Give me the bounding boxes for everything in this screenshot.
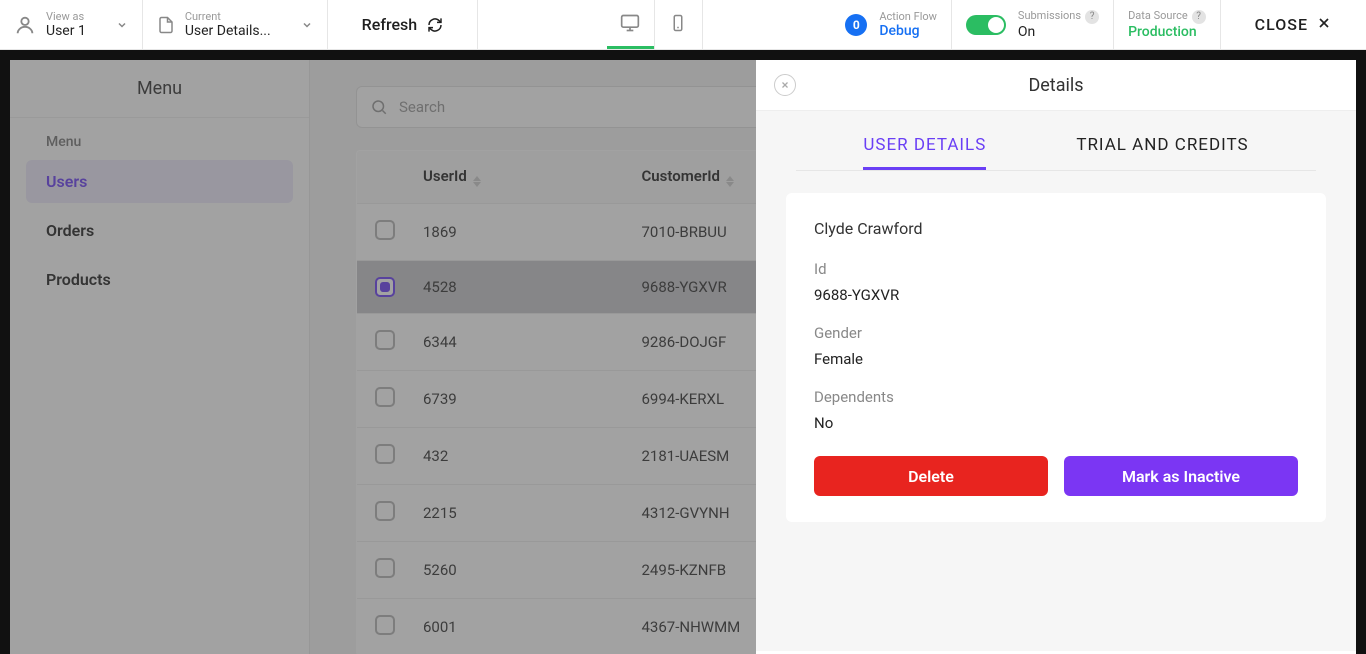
cell-userid: 6344 xyxy=(409,314,628,371)
cell-userid: 4528 xyxy=(409,261,628,314)
actionflow-label: Action Flow xyxy=(879,10,937,23)
submissions-section: Submissions? On xyxy=(952,0,1114,49)
cell-userid: 5260 xyxy=(409,542,628,599)
user-details-card: Clyde Crawford Id 9688-YGXVR Gender Female D… xyxy=(786,193,1326,522)
sidebar: Menu Menu Users Orders Products xyxy=(10,60,310,654)
chevron-down-icon xyxy=(301,19,313,31)
submissions-label: Submissions? xyxy=(1018,9,1099,24)
mobile-icon xyxy=(669,14,687,36)
close-icon xyxy=(1316,15,1332,35)
datasource-label: Data Source? xyxy=(1128,9,1206,24)
tab-trial-and-credits[interactable]: TRIAL AND CREDITS xyxy=(1076,135,1248,170)
row-checkbox[interactable] xyxy=(375,387,395,407)
user-name: Clyde Crawford xyxy=(814,219,1298,238)
help-icon: ? xyxy=(1192,10,1206,24)
help-icon: ? xyxy=(1085,10,1099,24)
submissions-toggle[interactable] xyxy=(966,15,1006,35)
close-label: CLOSE xyxy=(1255,15,1308,34)
panel-title: Details xyxy=(796,75,1316,96)
row-checkbox[interactable] xyxy=(375,558,395,578)
panel-close-button[interactable] xyxy=(774,74,796,96)
field-value: No xyxy=(814,414,1298,432)
chevron-down-icon xyxy=(116,19,128,31)
actionflow-value: Debug xyxy=(879,23,937,39)
mobile-view-button[interactable] xyxy=(655,0,703,49)
row-checkbox[interactable] xyxy=(375,330,395,350)
cell-userid: 1869 xyxy=(409,204,628,261)
actionflow-section[interactable]: 0 Action Flow Debug xyxy=(831,0,952,49)
current-label: Current xyxy=(185,10,271,23)
top-toolbar: View as User 1 Current User Details... R… xyxy=(0,0,1366,50)
file-icon xyxy=(157,16,175,34)
cell-userid: 432 xyxy=(409,428,628,485)
preview-frame: Menu Menu UsersOrdersProducts UserIdCust… xyxy=(0,50,1366,654)
user-icon xyxy=(14,14,36,36)
details-panel: Details USER DETAILS TRIAL AND CREDITS Cl… xyxy=(756,60,1356,654)
datasource-value: Production xyxy=(1128,24,1206,40)
current-page-dropdown[interactable]: Current User Details... xyxy=(143,0,328,49)
field-value: 9688-YGXVR xyxy=(814,286,1298,304)
viewas-label: View as xyxy=(46,10,86,23)
refresh-label: Refresh xyxy=(362,15,418,34)
field-label: Dependents xyxy=(814,388,1298,406)
row-checkbox[interactable] xyxy=(375,220,395,240)
submissions-value: On xyxy=(1018,24,1099,41)
row-checkbox[interactable] xyxy=(375,501,395,521)
cell-userid: 6739 xyxy=(409,371,628,428)
sidebar-item-products[interactable]: Products xyxy=(26,258,293,301)
viewas-dropdown[interactable]: View as User 1 xyxy=(0,0,143,49)
field-value: Female xyxy=(814,350,1298,368)
cell-userid: 2215 xyxy=(409,485,628,542)
actionflow-badge: 0 xyxy=(845,14,867,36)
field-label: Gender xyxy=(814,324,1298,342)
col-userid[interactable]: UserId xyxy=(409,151,628,204)
sidebar-title: Menu xyxy=(10,60,309,118)
datasource-section[interactable]: Data Source? Production xyxy=(1114,0,1221,49)
search-icon xyxy=(370,98,388,116)
tab-user-details[interactable]: USER DETAILS xyxy=(863,135,986,170)
sidebar-item-orders[interactable]: Orders xyxy=(26,209,293,252)
current-value: User Details... xyxy=(185,23,271,40)
desktop-view-button[interactable] xyxy=(607,0,655,49)
monitor-icon xyxy=(620,13,640,37)
delete-button[interactable]: Delete xyxy=(814,456,1048,496)
viewas-value: User 1 xyxy=(46,23,86,40)
sidebar-heading: Menu xyxy=(10,118,309,160)
row-checkbox[interactable] xyxy=(375,615,395,635)
close-button[interactable]: CLOSE xyxy=(1221,0,1366,49)
row-checkbox[interactable] xyxy=(375,444,395,464)
field-label: Id xyxy=(814,260,1298,278)
refresh-button[interactable]: Refresh xyxy=(328,0,479,49)
refresh-icon xyxy=(427,17,443,33)
mark-inactive-button[interactable]: Mark as Inactive xyxy=(1064,456,1298,496)
cell-userid: 6001 xyxy=(409,599,628,654)
row-checkbox[interactable] xyxy=(375,277,395,297)
sidebar-item-users[interactable]: Users xyxy=(26,160,293,203)
